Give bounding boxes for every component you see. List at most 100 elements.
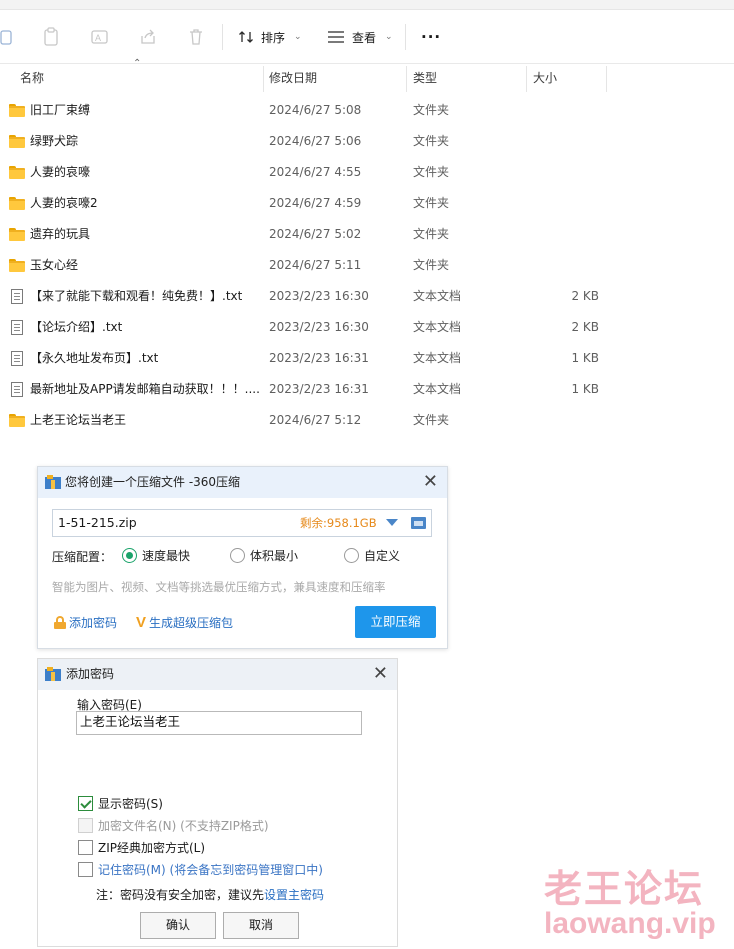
compress-hint-text: 智能为图片、视频、文档等挑选最优压缩方式，兼具速度和压缩率 (52, 580, 386, 594)
column-name[interactable]: 名称 (20, 64, 44, 92)
folder-icon (9, 134, 25, 149)
cancel-button[interactable]: 取消 (223, 912, 299, 939)
folder-icon (9, 258, 25, 273)
folder-icon (9, 413, 25, 428)
file-row[interactable]: 【来了就能下载和观看！纯免费！】.txt 2023/2/23 16:30 文本文档 2… (0, 281, 734, 312)
radio-fastest[interactable]: 速度最快 (122, 547, 190, 564)
lock-icon (54, 616, 66, 629)
file-name: 【来了就能下载和观看！纯免费！】.txt (30, 289, 243, 303)
password-value: 上老王论坛当老王 (80, 714, 181, 729)
file-name: 【论坛介绍】.txt (30, 320, 123, 334)
file-name: 人妻的哀嚎2 (30, 196, 98, 210)
folder-icon (9, 103, 25, 118)
radio-label: 体积最小 (250, 549, 299, 563)
super-pack-link[interactable]: V 生成超级压缩包 (136, 614, 233, 631)
window-top-strip (0, 0, 734, 10)
add-password-link[interactable]: 添加密码 (54, 614, 117, 631)
radio-unchecked-icon (344, 548, 359, 563)
column-divider[interactable] (606, 66, 607, 92)
column-modified[interactable]: 修改日期 (269, 64, 317, 92)
file-modified-date: 2024/6/27 4:59 (269, 196, 362, 210)
column-divider[interactable] (406, 66, 407, 92)
file-type: 文件夹 (413, 227, 450, 241)
file-list: 旧工厂束缚 2024/6/27 5:08 文件夹绿野犬踪 2024/6/27 5:06… (0, 95, 734, 436)
copy-icon[interactable] (0, 26, 18, 48)
file-name: 绿野犬踪 (30, 134, 79, 148)
file-row[interactable]: 【永久地址发布页】.txt 2023/2/23 16:31 文本文档 1 KB (0, 343, 734, 374)
archive-app-icon (45, 475, 61, 489)
sort-button[interactable]: 排序 ⌄ (238, 24, 302, 50)
file-row[interactable]: 绿野犬踪 2024/6/27 5:06 文件夹 (0, 126, 734, 157)
file-modified-date: 2023/2/23 16:30 (269, 289, 369, 303)
delete-icon[interactable] (185, 26, 207, 48)
archive-app-icon (45, 667, 61, 681)
password-dialog-titlebar[interactable]: 添加密码 ✕ (38, 659, 397, 690)
file-row[interactable]: 玉女心经 2024/6/27 5:11 文件夹 (0, 250, 734, 281)
file-name: 上老王论坛当老王 (30, 413, 127, 427)
file-type: 文件夹 (413, 103, 450, 117)
file-row[interactable]: 遗弃的玩具 2024/6/27 5:02 文件夹 (0, 219, 734, 250)
file-modified-date: 2024/6/27 5:06 (269, 134, 362, 148)
file-modified-date: 2023/2/23 16:30 (269, 320, 369, 334)
file-row[interactable]: 人妻的哀嚎 2024/6/27 4:55 文件夹 (0, 157, 734, 188)
checkbox-unchecked-icon (78, 862, 93, 877)
compress-dialog-title: 您将创建一个压缩文件 -360压缩 (65, 475, 241, 489)
column-size[interactable]: 大小 (533, 64, 557, 92)
file-size: 1 KB (571, 351, 599, 365)
compress-now-button[interactable]: 立即压缩 (355, 606, 436, 638)
view-icon (328, 31, 344, 43)
compress-dialog: 您将创建一个压缩文件 -360压缩 ✕ 1-51-215.zip 剩余:958.… (37, 466, 448, 649)
compress-dialog-titlebar[interactable]: 您将创建一个压缩文件 -360压缩 ✕ (38, 467, 447, 498)
zip-classic-checkbox[interactable]: ZIP经典加密方式(L) (78, 839, 205, 856)
dropdown-arrow-icon[interactable] (386, 519, 398, 526)
archive-path-input[interactable]: 1-51-215.zip 剩余:958.1GB (52, 509, 432, 537)
file-row[interactable]: 旧工厂束缚 2024/6/27 5:08 文件夹 (0, 95, 734, 126)
file-row[interactable]: 人妻的哀嚎2 2024/6/27 4:59 文件夹 (0, 188, 734, 219)
sort-ascending-icon: ⌃ (133, 58, 142, 69)
file-type: 文本文档 (413, 320, 462, 334)
close-icon[interactable]: ✕ (423, 472, 438, 492)
radio-custom[interactable]: 自定义 (344, 547, 400, 564)
folder-icon (9, 165, 25, 180)
watermark-url: laowang.vip (544, 907, 716, 940)
text-file-icon (9, 382, 25, 397)
watermark-logo-text: 老王论坛 (544, 867, 705, 911)
file-name: 最新地址及APP请发邮箱自动获取！！！.... (30, 382, 260, 396)
column-divider[interactable] (263, 66, 264, 92)
more-options-button[interactable]: ··· (421, 24, 441, 50)
browse-folder-icon[interactable] (411, 517, 426, 529)
archive-filename: 1-51-215.zip (58, 515, 137, 530)
more-icon: ··· (421, 28, 442, 46)
paste-icon[interactable] (41, 26, 63, 48)
column-type[interactable]: 类型 (413, 64, 437, 92)
column-divider[interactable] (526, 66, 527, 92)
file-row[interactable]: 最新地址及APP请发邮箱自动获取！！！.... 2023/2/23 16:31 文本… (0, 374, 734, 405)
file-name: 【永久地址发布页】.txt (30, 351, 159, 365)
file-name: 人妻的哀嚎 (30, 165, 91, 179)
close-icon[interactable]: ✕ (373, 664, 388, 684)
set-master-password-link[interactable]: 设置主密码 (264, 888, 324, 902)
checkbox-checked-icon (78, 796, 93, 811)
chevron-down-icon: ⌄ (385, 32, 393, 42)
file-type: 文件夹 (413, 196, 450, 210)
file-name: 玉女心经 (30, 258, 79, 272)
ok-button[interactable]: 确认 (140, 912, 216, 939)
encrypt-filenames-checkbox[interactable]: 加密文件名(N) (不支持ZIP格式) (78, 817, 269, 834)
security-note-text: 注：密码没有安全加密，建议先 (96, 888, 265, 902)
show-password-checkbox[interactable]: 显示密码(S) (78, 795, 163, 812)
checkbox-unchecked-icon (78, 840, 93, 855)
chevron-down-icon: ⌄ (294, 32, 302, 42)
file-modified-date: 2024/6/27 4:55 (269, 165, 362, 179)
share-icon[interactable] (137, 26, 159, 48)
radio-label: 速度最快 (142, 549, 191, 563)
folder-icon (9, 227, 25, 242)
file-modified-date: 2023/2/23 16:31 (269, 351, 369, 365)
remember-password-checkbox[interactable]: 记住密码(M) (将会备忘到密码管理窗口中) (78, 861, 323, 878)
file-row[interactable]: 上老王论坛当老王 2024/6/27 5:12 文件夹 (0, 405, 734, 436)
view-button[interactable]: 查看 ⌄ (327, 24, 393, 50)
radio-smallest[interactable]: 体积最小 (230, 547, 298, 564)
v-badge-icon: V (136, 614, 147, 631)
file-row[interactable]: 【论坛介绍】.txt 2023/2/23 16:30 文本文档 2 KB (0, 312, 734, 343)
password-input[interactable]: 上老王论坛当老王 (76, 711, 362, 735)
rename-icon[interactable]: A (89, 26, 111, 48)
